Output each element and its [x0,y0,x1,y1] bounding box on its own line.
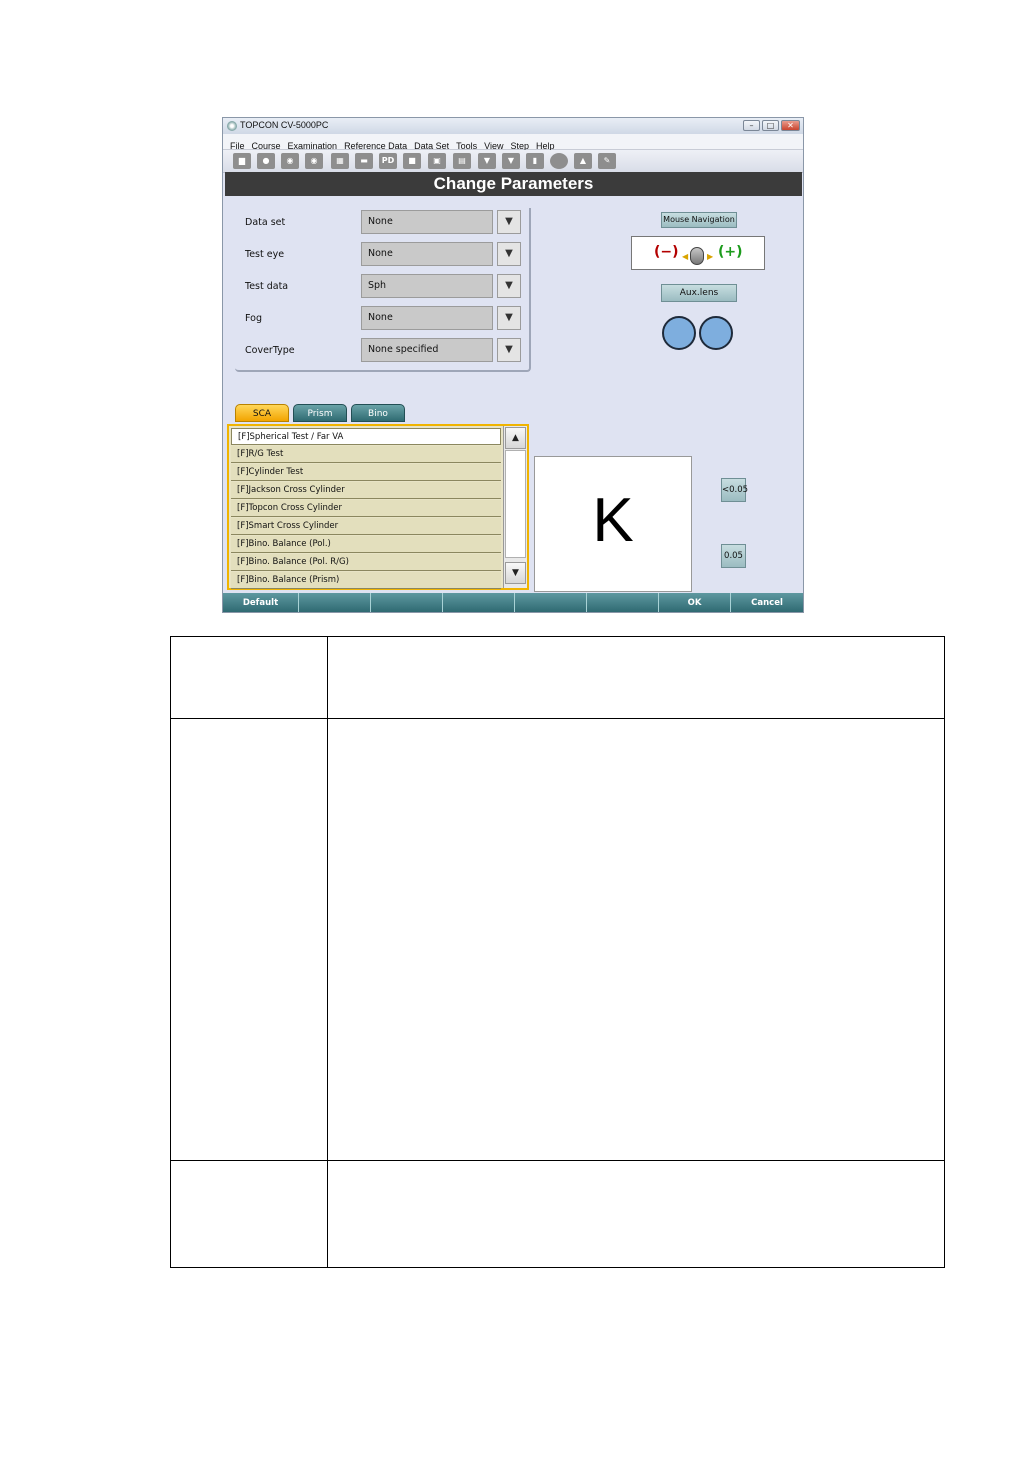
list-item[interactable]: [F]Cylinder Test [231,464,501,481]
book-icon[interactable]: ▮ [526,153,544,169]
table-row [170,636,945,719]
toolbar: ▆ ● ◉ ◉ ▦ ▬ PD ■ ▣ ▤ ▼ ▼ ▮ ▲ ✎ [223,150,803,173]
eye-icon[interactable]: ◉ [281,153,299,169]
plus-indicator: (+) [718,244,743,260]
list-item[interactable]: [F]Jackson Cross Cylinder [231,482,501,499]
app-window: TOPCON CV-5000PC – □ ✕ File Course Examina… [222,117,804,613]
speech-icon[interactable]: ▼ [502,153,520,169]
blank-button[interactable] [443,593,515,612]
param-fog: Fog None ▼ [235,306,527,332]
chart-letter: K [592,486,634,555]
minimize-button[interactable]: – [743,120,760,131]
arrow-right-icon: ▶ [707,252,714,261]
app-icon [227,121,237,131]
list-item[interactable]: [F]R/G Test [231,446,501,463]
param-label: Test eye [245,249,285,260]
scroll-down-icon[interactable]: ▼ [505,562,526,584]
tab-prism[interactable]: Prism [293,404,347,422]
va-button-less-0-05[interactable]: <0.05 [721,478,748,502]
wrench-icon[interactable]: ✎ [598,153,616,169]
monitor-icon[interactable]: ▣ [428,153,446,169]
table-cell [327,718,945,1161]
table-cell [170,718,328,1161]
mouse-navigation-display: (−) ◀ ▶ (+) [631,236,765,270]
param-label: Test data [245,281,289,292]
list-item[interactable]: [F]Smart Cross Cylinder [231,518,501,535]
description-table [170,636,945,1268]
table-cell [170,636,328,719]
ok-button[interactable]: OK [659,593,731,612]
test-list: [F]Spherical Test / Far VA [F]R/G Test [… [227,424,529,590]
chart-icon[interactable]: ▆ [233,153,251,169]
list-item[interactable]: [F]Topcon Cross Cylinder [231,500,501,517]
param-value[interactable]: None specified [361,338,493,362]
param-test-data: Test data Sph ▼ [235,274,527,300]
lens-left-icon[interactable] [699,316,733,350]
chevron-down-icon[interactable]: ▼ [497,338,521,362]
arrow-left-icon: ◀ [682,252,689,261]
list-item[interactable]: [F]Bino. Balance (Pol.) [231,536,501,553]
bottom-bar: Default OK Cancel [223,593,803,612]
minus-indicator: (−) [654,244,679,260]
table-cell [170,1160,328,1268]
box-icon[interactable]: ▬ [355,153,373,169]
list-item[interactable]: [F]Spherical Test / Far VA [231,428,501,445]
person-icon[interactable]: ▲ [574,153,592,169]
tab-bino[interactable]: Bino [351,404,405,422]
pd-icon[interactable]: PD [379,153,397,169]
list-item[interactable]: [F]Bino. Balance (Prism) [231,572,501,589]
va-button-0-05[interactable]: 0.05 [721,544,746,568]
default-button[interactable]: Default [223,593,299,612]
screen-icon[interactable]: ■ [403,153,421,169]
param-label: Fog [245,313,262,324]
param-label: Data set [245,217,286,228]
blank-button[interactable] [587,593,659,612]
table-cell [327,1160,945,1268]
mouse-navigation-button[interactable]: Mouse Navigation [661,212,737,228]
person-icon[interactable]: ● [257,153,275,169]
chart-display: K [534,456,692,592]
chevron-down-icon[interactable]: ▼ [497,210,521,234]
aux-lens-button[interactable]: Aux.lens [661,284,737,302]
chevron-down-icon[interactable]: ▼ [497,274,521,298]
page-title: Change Parameters [225,172,802,196]
close-button[interactable]: ✕ [781,120,800,131]
blank-button[interactable] [299,593,371,612]
blank-button[interactable] [515,593,587,612]
param-cover-type: CoverType None specified ▼ [235,338,527,364]
maximize-button[interactable]: □ [762,120,779,131]
chevron-down-icon[interactable]: ▼ [497,242,521,266]
parameter-panel: Data set None ▼ Test eye None ▼ Test dat… [235,208,531,372]
lens-right-icon[interactable] [662,316,696,350]
param-value[interactable]: Sph [361,274,493,298]
tab-sca[interactable]: SCA [235,404,289,422]
list-item[interactable]: [F]Bino. Balance (Pol. R/G) [231,554,501,571]
circle-icon[interactable] [550,153,568,169]
table-row [170,718,945,1161]
table-row [170,1160,945,1268]
grid-icon[interactable]: ▦ [331,153,349,169]
mouse-icon [690,247,704,265]
param-data-set: Data set None ▼ [235,210,527,236]
scroll-track[interactable] [505,450,526,558]
scroll-up-icon[interactable]: ▲ [505,427,526,449]
title-bar: TOPCON CV-5000PC – □ ✕ [223,118,803,134]
menu-bar: File Course Examination Reference Data Data … [223,134,803,151]
blank-button[interactable] [371,593,443,612]
speech-icon[interactable]: ▼ [478,153,496,169]
param-test-eye: Test eye None ▼ [235,242,527,268]
window-title: TOPCON CV-5000PC [240,120,329,130]
eye-icon[interactable]: ◉ [305,153,323,169]
param-value[interactable]: None [361,306,493,330]
param-value[interactable]: None [361,242,493,266]
chevron-down-icon[interactable]: ▼ [497,306,521,330]
graph-icon[interactable]: ▤ [453,153,471,169]
param-label: CoverType [245,345,295,356]
table-cell [327,636,945,719]
cancel-button[interactable]: Cancel [731,593,803,612]
scrollbar[interactable]: ▲ ▼ [503,426,527,588]
param-value[interactable]: None [361,210,493,234]
